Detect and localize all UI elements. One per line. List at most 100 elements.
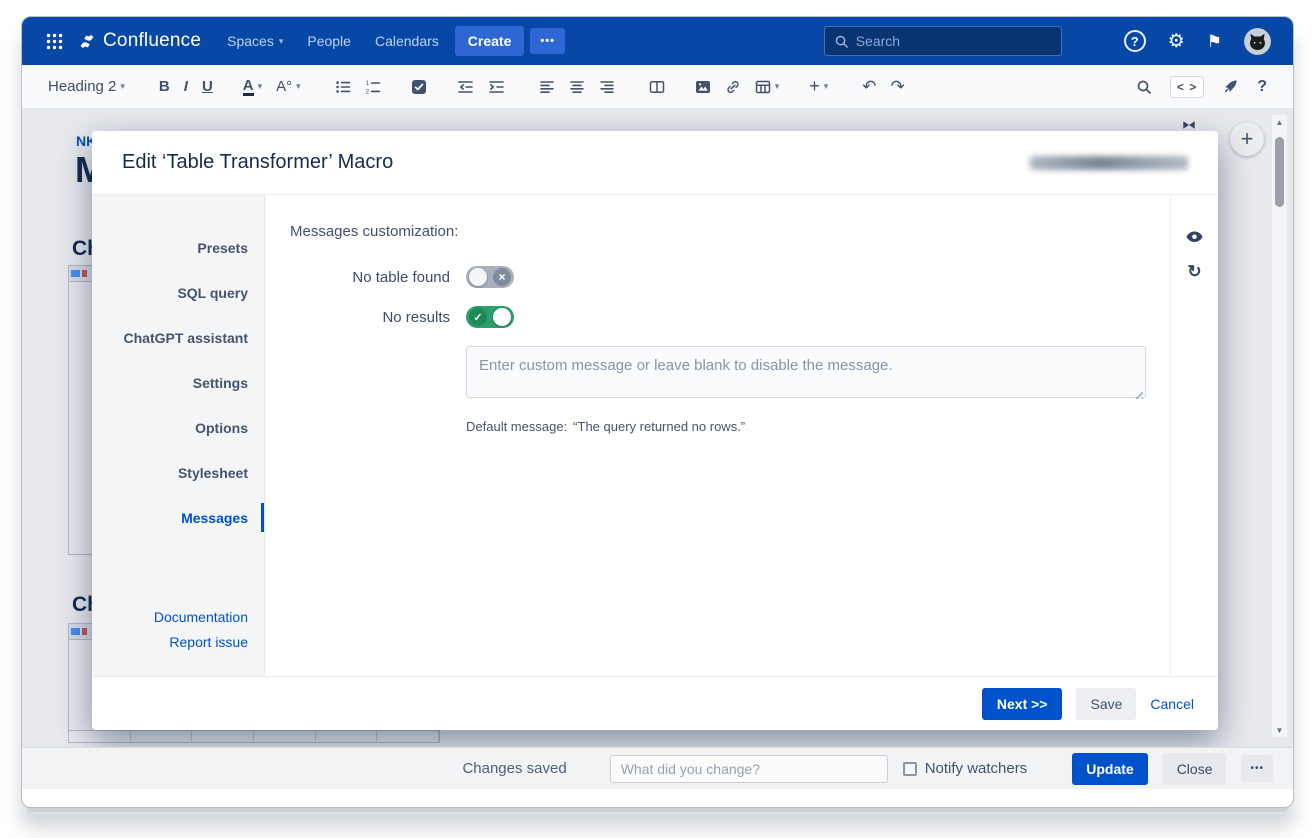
scrollbar-thumb[interactable] <box>1275 137 1284 207</box>
custom-message-textarea[interactable] <box>466 346 1146 398</box>
sidebar-links: Documentation Report issue <box>92 609 264 676</box>
default-message-value: “The query returned no rows.” <box>573 419 746 434</box>
next-button[interactable]: Next >> <box>981 687 1063 720</box>
text-color-button[interactable]: A ▾ <box>242 73 263 101</box>
undo-button[interactable]: ↶ <box>862 73 876 101</box>
no-table-found-row: No table found × <box>290 266 1146 288</box>
vertical-scrollbar[interactable]: ▲ ▼ <box>1272 115 1287 737</box>
no-table-found-toggle[interactable]: × <box>466 266 514 288</box>
image-icon <box>695 79 711 95</box>
toggle-knob <box>493 308 511 326</box>
scroll-up-arrow-icon[interactable]: ▲ <box>1276 115 1284 129</box>
dialog-header: Edit ‘Table Transformer’ Macro <box>92 131 1218 195</box>
app-switcher-button[interactable] <box>42 29 66 53</box>
save-button[interactable]: Save <box>1076 687 1137 720</box>
more-formatting-button[interactable]: A° ▾ <box>276 73 301 101</box>
insert-more-button[interactable]: + ▾ <box>809 73 828 101</box>
align-right-button[interactable] <box>599 73 615 101</box>
scroll-down-arrow-icon[interactable]: ▼ <box>1276 723 1284 737</box>
dialog-title: Edit ‘Table Transformer’ Macro <box>122 151 394 173</box>
report-issue-link[interactable]: Report issue <box>169 634 248 650</box>
insert-media-button[interactable] <box>695 73 711 101</box>
nav-icons: ? ⚙ ⚑ <box>1123 27 1271 55</box>
settings-button[interactable]: ⚙ <box>1168 32 1185 51</box>
editor-help-button[interactable]: ? <box>1257 78 1267 96</box>
tab-presets[interactable]: Presets <box>92 225 264 270</box>
redo-icon: ↷ <box>890 76 905 96</box>
chevron-down-icon: ▾ <box>278 35 284 46</box>
feedback-button[interactable] <box>1222 73 1239 101</box>
align-left-icon <box>539 79 555 95</box>
plus-icon: + <box>1240 126 1254 151</box>
chevron-down-icon: ▾ <box>120 81 125 91</box>
nav-item-people[interactable]: People <box>307 33 351 49</box>
refresh-button[interactable]: ↻ <box>1187 262 1201 282</box>
nav-item-label: Spaces <box>227 33 274 49</box>
insert-table-button[interactable]: ▾ <box>755 73 779 101</box>
product-name: Confluence <box>103 30 202 51</box>
documentation-link[interactable]: Documentation <box>154 609 248 625</box>
create-button[interactable]: Create <box>454 26 525 56</box>
numbered-list-button[interactable]: 12 <box>365 73 381 101</box>
default-message-hint: Default message: “The query returned no r… <box>466 419 1146 434</box>
tab-sql-query[interactable]: SQL query <box>92 270 264 315</box>
task-list-icon <box>411 79 427 95</box>
align-center-button[interactable] <box>569 73 585 101</box>
confluence-logo[interactable]: Confluence <box>78 30 201 52</box>
gear-icon: ⚙ <box>1167 30 1185 52</box>
page-layout-button[interactable] <box>649 73 665 101</box>
nav-more-button[interactable]: ••• <box>530 28 565 54</box>
find-replace-button[interactable] <box>1136 73 1152 101</box>
dialog-content: Messages customization: No table found ×… <box>265 195 1170 676</box>
insert-link-button[interactable] <box>725 73 741 101</box>
help-button[interactable]: ? <box>1123 30 1146 52</box>
macro-editor-dialog: Edit ‘Table Transformer’ Macro Presets S… <box>92 131 1218 730</box>
indent-button[interactable] <box>488 73 505 101</box>
svg-text:2: 2 <box>365 88 369 95</box>
redo-button[interactable]: ↷ <box>891 73 905 101</box>
bullet-list-icon <box>335 79 351 95</box>
editor-toolbar: Heading 2 ▾ B I U A ▾ A° ▾ 12 ▾ + ▾ ↶ ↷ … <box>22 65 1293 109</box>
rocket-icon <box>1222 78 1239 95</box>
svg-text:1: 1 <box>365 80 369 87</box>
tab-options[interactable]: Options <box>92 405 264 450</box>
insert-plus-fab[interactable]: + <box>1230 122 1264 156</box>
version-comment-input[interactable] <box>609 754 888 783</box>
bullet-list-button[interactable] <box>335 73 351 101</box>
changes-saved-status: Changes saved <box>462 760 567 777</box>
close-button[interactable]: Close <box>1162 752 1227 785</box>
notify-watchers-checkbox[interactable] <box>902 761 917 776</box>
page-layout-icon <box>649 79 665 95</box>
tab-messages[interactable]: Messages <box>92 495 264 540</box>
chevron-down-icon: ▾ <box>257 81 263 91</box>
task-list-button[interactable] <box>411 73 427 101</box>
outdent-button[interactable] <box>457 73 474 101</box>
cancel-button[interactable]: Cancel <box>1150 696 1194 712</box>
notifications-button[interactable]: ⚑ <box>1207 33 1222 50</box>
underline-button[interactable]: U <box>202 73 213 101</box>
bold-button[interactable]: B <box>159 73 170 101</box>
dialog-footer: Next >> Save Cancel <box>92 676 1218 730</box>
tab-settings[interactable]: Settings <box>92 360 264 405</box>
tab-chatgpt-assistant[interactable]: ChatGPT assistant <box>92 315 264 360</box>
eye-icon <box>1185 229 1204 245</box>
undo-icon: ↶ <box>862 76 877 96</box>
more-formatting-icon: A° <box>276 78 293 95</box>
align-left-button[interactable] <box>539 73 555 101</box>
chevron-down-icon: ▾ <box>823 81 829 91</box>
bottom-more-button[interactable]: ••• <box>1241 755 1273 782</box>
align-center-icon <box>569 79 585 95</box>
nav-item-spaces[interactable]: Spaces ▾ <box>227 33 283 49</box>
confluence-logo-icon <box>78 33 96 50</box>
nav-item-calendars[interactable]: Calendars <box>375 33 439 49</box>
preview-button[interactable] <box>1185 229 1204 245</box>
paragraph-style-selector[interactable]: Heading 2 ▾ <box>48 73 125 101</box>
source-editor-button[interactable]: < > <box>1169 75 1205 98</box>
update-button[interactable]: Update <box>1072 752 1148 785</box>
search-input[interactable] <box>855 33 1052 49</box>
numbered-list-icon: 12 <box>365 79 381 95</box>
italic-button[interactable]: I <box>184 73 188 101</box>
tab-stylesheet[interactable]: Stylesheet <box>92 450 264 495</box>
user-avatar[interactable] <box>1244 27 1271 55</box>
no-results-toggle[interactable]: ✓ <box>466 306 514 328</box>
